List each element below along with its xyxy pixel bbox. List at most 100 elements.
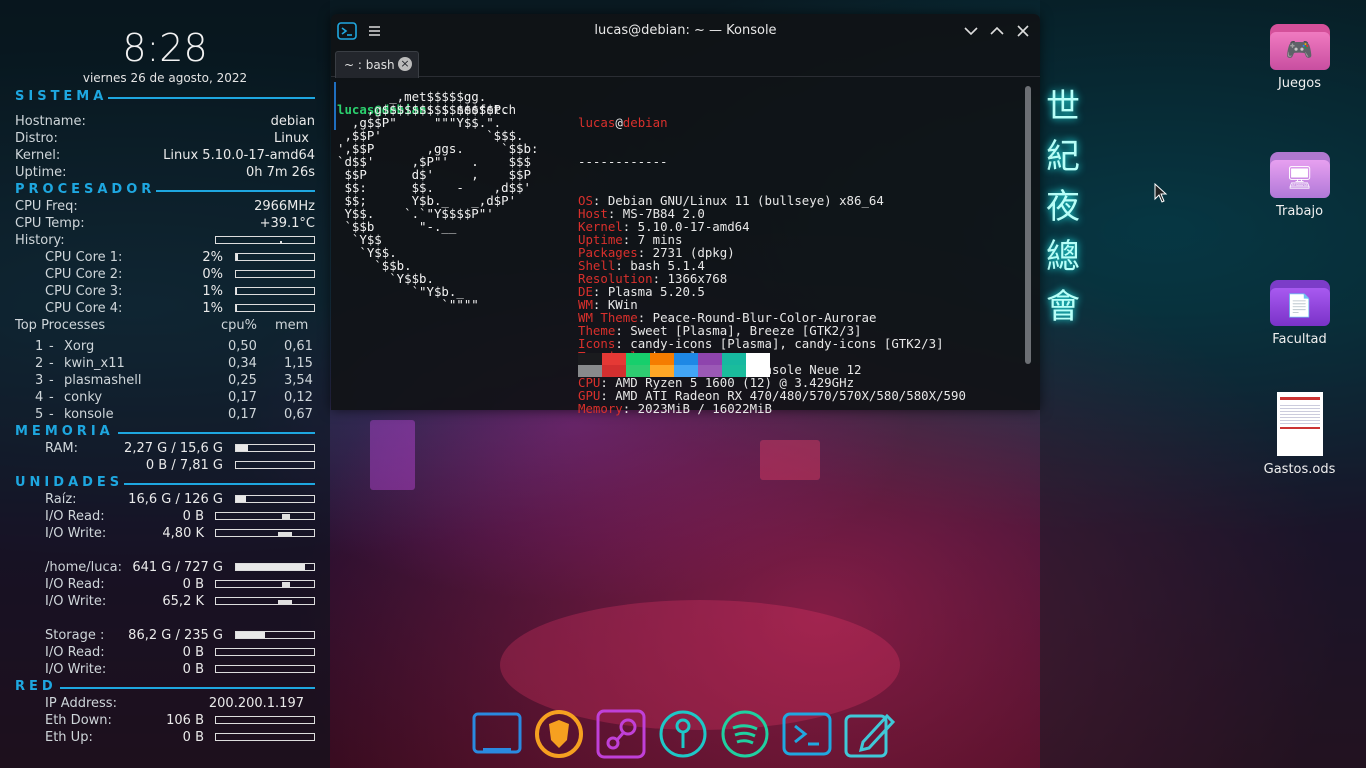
- cpu-core-row: CPU Core 3: 1%: [15, 283, 315, 300]
- user-host-line: lucas@debian: [578, 115, 668, 130]
- io-read-graph: [215, 580, 315, 588]
- process-row: 4 - conky 0,17 0,12: [35, 390, 313, 405]
- process-cpu: 0,17: [228, 390, 257, 405]
- section-title-unidades: UNIDADES: [15, 475, 124, 490]
- desktop-icon-gastos[interactable]: Gastos.ods: [1262, 392, 1337, 477]
- drive-row: /home/luca: 641 G / 727 G: [15, 559, 315, 576]
- tab-bar: ~ : bash ×: [331, 48, 1040, 78]
- scrollbar[interactable]: [1025, 86, 1031, 364]
- process-row: 3 - plasmashell 0,25 3,54: [35, 373, 313, 388]
- cpu-core-value: 2%: [202, 250, 223, 265]
- clock: 8:28: [122, 26, 208, 70]
- konsole-terminal-icon[interactable]: [781, 708, 833, 760]
- palette-swatch: [698, 353, 722, 365]
- kernel-row: Kernel: Linux 5.10.0-17-amd64: [15, 148, 315, 163]
- palette-swatch: [722, 365, 746, 377]
- io-read-row: I/O Read: 0 B: [15, 576, 315, 593]
- drive-usage-bar: [235, 631, 315, 639]
- drive-usage-bar: [235, 563, 315, 571]
- drive-usage-value: 16,6 G / 126 G: [128, 492, 223, 507]
- window-title: lucas@debian: ~ — Konsole: [594, 23, 777, 38]
- swap-value: 0 B / 7,81 G: [145, 458, 223, 473]
- spotify-icon[interactable]: [719, 708, 771, 760]
- distro-row: Distro: Linux: [15, 131, 309, 146]
- cpu-temp-row: CPU Temp: +39.1°C: [15, 216, 315, 231]
- io-write-value: 65,2 K: [162, 594, 204, 609]
- palette-swatch: [746, 365, 770, 377]
- cpu-core-bar: [235, 270, 315, 278]
- desktop-icon-trabajo[interactable]: 🖥 Trabajo: [1262, 148, 1337, 219]
- process-cpu: 0,34: [228, 356, 257, 371]
- palette-swatch: [698, 365, 722, 377]
- keepassxc-icon[interactable]: [657, 708, 709, 760]
- steam-icon[interactable]: [595, 708, 647, 760]
- conky-widget: 8:28 viernes 26 de agosto, 2022 SISTEMA …: [0, 0, 325, 768]
- cpu-temp-value: +39.1°C: [259, 216, 315, 231]
- maximize-chevron-up-icon[interactable]: [987, 22, 1007, 40]
- divider: [156, 190, 315, 192]
- process-name: plasmashell: [64, 373, 142, 388]
- process-name: conky: [64, 390, 103, 405]
- process-row: 2 - kwin_x11 0,34 1,15: [35, 356, 313, 371]
- gamepad-folder-icon: 🎮: [1269, 20, 1330, 70]
- palette-swatch: [674, 353, 698, 365]
- io-read-value: 0 B: [182, 577, 204, 592]
- logo-line: `"""": [337, 297, 479, 312]
- wallpaper-neon-sign: [760, 440, 820, 480]
- io-write-graph: [215, 597, 315, 605]
- io-write-row: I/O Write: 4,80 K: [15, 525, 315, 542]
- io-read-row: I/O Read: 0 B: [15, 508, 315, 525]
- tab-close-icon[interactable]: ×: [398, 57, 412, 71]
- close-icon[interactable]: [1013, 22, 1033, 40]
- brave-browser-icon[interactable]: [533, 708, 585, 760]
- desktop-icon-label: Trabajo: [1275, 204, 1324, 219]
- palette-swatch: [626, 353, 650, 365]
- window-titlebar[interactable]: lucas@debian: ~ — Konsole: [331, 14, 1040, 48]
- io-read-graph: [215, 648, 315, 656]
- minimize-chevron-down-icon[interactable]: [961, 22, 981, 40]
- ip-value: 200.200.1.197: [208, 696, 304, 711]
- io-write-value: 4,80 K: [162, 526, 204, 541]
- process-mem: 0,12: [284, 390, 313, 405]
- document-folder-icon: 📄: [1269, 276, 1330, 326]
- dolphin-files-icon[interactable]: [471, 708, 523, 760]
- divider: [124, 483, 315, 485]
- process-mem: 0,67: [284, 407, 313, 422]
- palette-swatch: [722, 353, 746, 365]
- swap-row: 0 B / 7,81 G: [15, 457, 315, 474]
- desktop-icon-label: Juegos: [1277, 76, 1322, 91]
- palette-swatch: [674, 365, 698, 377]
- desktop-icon-juegos[interactable]: 🎮 Juegos: [1262, 20, 1337, 91]
- process-cpu: 0,50: [228, 339, 257, 354]
- desktop-icon-facultad[interactable]: 📄 Facultad: [1262, 276, 1337, 347]
- scroll-marker: [334, 82, 336, 130]
- desktop-icon-label: Gastos.ods: [1263, 462, 1336, 477]
- process-mem: 0,61: [284, 339, 313, 354]
- cpu-freq-value: 2966MHz: [254, 199, 315, 214]
- palette-swatch: [578, 365, 602, 377]
- cpu-core-value: 1%: [202, 284, 223, 299]
- drive-usage-value: 641 G / 727 G: [132, 560, 223, 575]
- divider: [118, 432, 315, 434]
- eth-down-row: Eth Down: 106 B: [15, 712, 315, 729]
- io-write-graph: [215, 665, 315, 673]
- konsole-window[interactable]: lucas@debian: ~ — Konsole ~ : bash × luc…: [331, 14, 1040, 415]
- cpu-core-bar: [235, 253, 315, 261]
- ram-bar: [235, 444, 315, 452]
- text-editor-icon[interactable]: [843, 708, 895, 760]
- cpu-history-row: History:: [15, 232, 315, 249]
- palette-swatch: [602, 365, 626, 377]
- palette-swatch: [602, 353, 626, 365]
- process-name: kwin_x11: [64, 356, 125, 371]
- eth-down-value: 106 B: [166, 713, 204, 728]
- hostname-value: debian: [270, 114, 315, 129]
- eth-up-row: Eth Up: 0 B: [15, 729, 315, 746]
- cpu-core-bar: [235, 287, 315, 295]
- drive-usage-value: 86,2 G / 235 G: [128, 628, 223, 643]
- process-row: 5 - konsole 0,17 0,67: [35, 407, 313, 422]
- tab-bash[interactable]: ~ : bash ×: [335, 51, 419, 78]
- palette-swatch: [626, 365, 650, 377]
- cpu-core-value: 1%: [202, 301, 223, 316]
- uptime-value: 0h 7m 26s: [245, 165, 315, 180]
- palette-swatch: [578, 353, 602, 365]
